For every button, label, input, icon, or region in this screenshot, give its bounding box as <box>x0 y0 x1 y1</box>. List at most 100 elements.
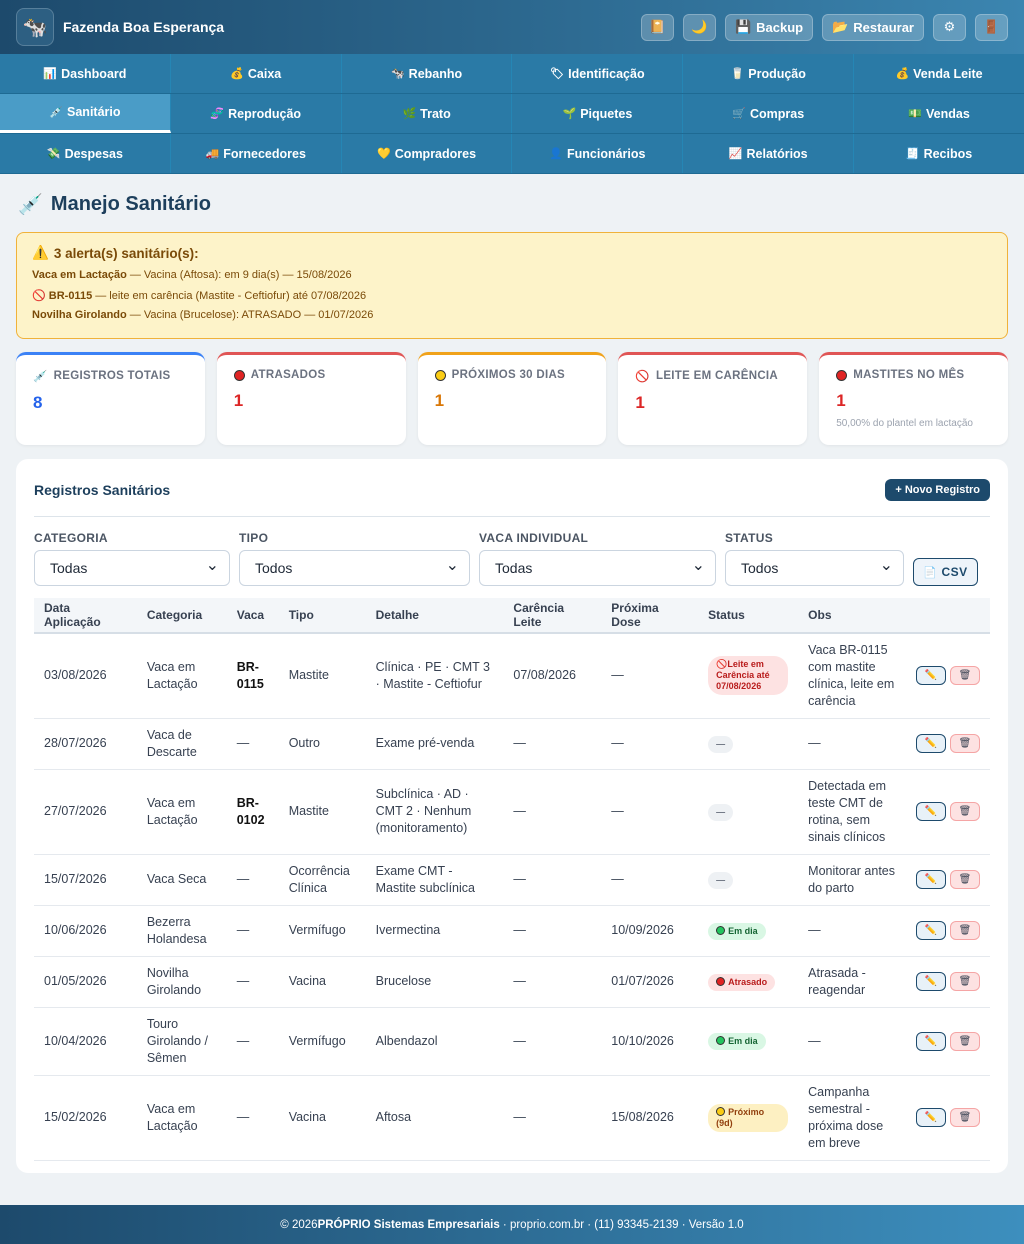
prohibited-icon: 🚫 <box>716 659 728 670</box>
book-icon: 📔 <box>649 19 666 34</box>
nav-item-caixa[interactable]: 💰 Caixa <box>171 54 342 93</box>
nav-item-despesas[interactable]: 💸 Despesas <box>0 134 171 173</box>
nav-item-compras[interactable]: 🛒 Compras <box>683 94 855 133</box>
edit-button[interactable]: ✏️ <box>915 870 946 889</box>
green-circle-icon <box>716 925 726 935</box>
nav-label: Venda Leite <box>913 66 983 81</box>
nav-label: Dashboard <box>61 66 127 81</box>
edit-button[interactable]: ✏️ <box>915 921 946 940</box>
cell-data: 28/07/2026 <box>34 718 137 770</box>
nav-label: Recibos <box>923 146 973 161</box>
nav-item-fornecedores[interactable]: 🚚 Fornecedores <box>171 134 342 173</box>
nav-item-piquetes[interactable]: 🌱 Piquetes <box>512 94 684 133</box>
table-row: 01/05/2026 Novilha Girolando — Vacina Brucel… <box>34 956 990 1008</box>
cell-proxima: — <box>601 769 699 855</box>
cell-proxima: 01/07/2026 <box>601 956 699 1008</box>
cell-categoria: Vaca de Descarte <box>136 718 227 770</box>
col-header-tipo: Tipo <box>278 598 366 634</box>
edit-button[interactable]: ✏️ <box>915 802 946 821</box>
stat-subtext: 50,00% do plantel em lactação <box>836 418 973 429</box>
reproducao-icon: 🧬 <box>210 108 225 120</box>
chevron-down-icon: ⌄ <box>879 557 893 574</box>
records-card: Registros Sanitários + Novo Registro CAT… <box>16 459 1008 1173</box>
col-header-proxima-dose: Próxima Dose <box>601 598 699 634</box>
cell-tipo: Vermífugo <box>278 905 366 957</box>
cell-obs: Atrasada - reagendar <box>798 956 906 1008</box>
syringe-icon: 💉 <box>18 194 43 216</box>
nav-item-recibos[interactable]: 🧾 Recibos <box>854 134 1024 173</box>
edit-button[interactable]: ✏️ <box>915 1108 946 1127</box>
filter-label: STATUS <box>725 531 774 545</box>
delete-button[interactable]: 🗑 <box>949 666 980 686</box>
delete-button[interactable]: 🗑 <box>949 1031 980 1051</box>
filter-select-vaca-individual[interactable]: Todas ⌄ <box>479 550 716 586</box>
cell-categoria: Novilha Girolando <box>136 956 227 1008</box>
nav-label: Compradores <box>394 146 477 161</box>
edit-button[interactable]: ✏️ <box>915 666 946 686</box>
nav-item-rebanho[interactable]: 🐄 Rebanho <box>342 54 513 93</box>
stat-card-registros-totais: 💉 REGISTROS TOTAIS 8 <box>16 352 205 445</box>
col-header-categoria: Categoria <box>136 598 227 634</box>
backup-button[interactable]: 💾 Backup <box>724 13 814 41</box>
nav-item-funcionarios[interactable]: 👤 Funcionários <box>512 134 684 173</box>
dark-mode-button[interactable]: 🌙 <box>682 13 716 41</box>
nav-item-vendas[interactable]: 💵 Vendas <box>854 94 1024 133</box>
edit-button[interactable]: ✏️ <box>915 972 946 991</box>
nav-item-reproducao[interactable]: 🧬 Reprodução <box>171 94 342 133</box>
row-actions: ✏️ 🗑 <box>915 734 980 753</box>
cell-detalhe: Subclínica · AD · CMT 2 · Nenhum (monito… <box>365 769 504 855</box>
nav-item-producao[interactable]: 🥛 Produção <box>683 54 855 93</box>
filter-select-tipo[interactable]: Todos ⌄ <box>239 550 470 586</box>
delete-button[interactable]: 🗑 <box>949 870 980 889</box>
csv-export-button[interactable]: 📄 CSV <box>913 558 978 586</box>
nav-item-sanitario[interactable]: 💉 Sanitário <box>0 94 171 133</box>
footer-prefix: © 2026 <box>280 1218 318 1231</box>
edit-button[interactable]: ✏️ <box>915 734 946 753</box>
stat-label-text: ATRASADOS <box>250 369 326 381</box>
cell-data: 03/08/2026 <box>34 633 137 719</box>
stat-card-mastites-no-mes: MASTITES NO MÊS 1 50,00% do plantel em lac… <box>819 352 1008 445</box>
alert-text: — Vacina (Aftosa): em 9 dia(s) — 15/08/2… <box>126 269 352 281</box>
cell-obs: Monitorar antes do parto <box>798 854 906 906</box>
cell-categoria: Vaca em Lactação <box>136 633 227 719</box>
status-badge: Próximo (9d) <box>708 1103 789 1132</box>
alert-subject: Novilha Girolando <box>32 309 127 321</box>
book-button[interactable]: 📔 <box>640 13 674 41</box>
cell-categoria: Vaca em Lactação <box>136 769 227 855</box>
nav-item-venda-leite[interactable]: 💰 Venda Leite <box>854 54 1024 93</box>
filter-select-status[interactable]: Todos ⌄ <box>725 550 904 586</box>
edit-button[interactable]: ✏️ <box>915 1031 946 1051</box>
stat-label: 🚫 LEITE EM CARÊNCIA <box>635 369 790 383</box>
nav-item-relatorios[interactable]: 📈 Relatórios <box>683 134 855 173</box>
status-badge: — <box>708 871 734 889</box>
nav-label: Fornecedores <box>223 146 306 161</box>
nav-item-trato[interactable]: 🌿 Trato <box>342 94 513 133</box>
stat-label-text: PRÓXIMOS 30 DIAS <box>451 369 566 381</box>
filter-select-categoria[interactable]: Todas ⌄ <box>34 550 230 586</box>
delete-button[interactable]: 🗑 <box>949 972 980 991</box>
settings-button[interactable]: ⚙ <box>933 13 966 41</box>
cell-actions: ✏️ 🗑 <box>905 854 990 906</box>
nav-item-identificacao[interactable]: 🏷 Identificação <box>512 54 684 93</box>
nav-item-compradores[interactable]: 💛 Compradores <box>342 134 513 173</box>
nav-item-dashboard[interactable]: 📊 Dashboard <box>0 54 171 93</box>
nav-label: Piquetes <box>580 106 633 121</box>
compradores-icon: 💛 <box>377 148 391 160</box>
cell-detalhe: Clínica · PE · CMT 3 · Mastite - Ceftiof… <box>365 633 504 719</box>
new-record-button[interactable]: + Novo Registro <box>885 478 990 501</box>
restore-button[interactable]: 📂 Restaurar <box>822 13 924 41</box>
delete-button[interactable]: 🗑 <box>949 802 980 821</box>
nav-label: Caixa <box>247 66 282 81</box>
logout-button[interactable]: 🚪 <box>975 13 1008 41</box>
backup-label: Backup <box>756 19 804 35</box>
trash-icon: 🗑 <box>958 976 972 987</box>
nav-label: Identificação <box>568 66 645 81</box>
filter-vaca-individual: VACA INDIVIDUAL Todas ⌄ <box>479 531 716 586</box>
delete-button[interactable]: 🗑 <box>949 734 980 753</box>
delete-button[interactable]: 🗑 <box>949 1108 980 1127</box>
nav-row: 💉 Sanitário 🧬 Reprodução 🌿 Trato 🌱 Piquetes 🛒 Com… <box>0 94 1024 134</box>
stat-label-text: LEITE EM CARÊNCIA <box>656 370 779 382</box>
alert-title: 3 alerta(s) sanitário(s): <box>53 245 199 261</box>
delete-button[interactable]: 🗑 <box>949 921 980 940</box>
status-badge: — <box>708 803 734 821</box>
